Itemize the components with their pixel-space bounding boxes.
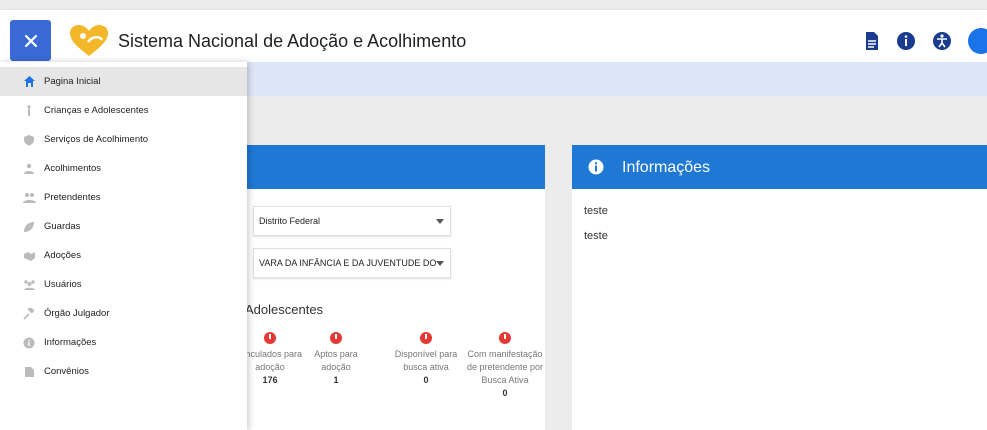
sidebar-item-label: Adoções	[44, 250, 81, 261]
stat-value: 0	[423, 375, 429, 385]
close-menu-button[interactable]	[10, 20, 51, 61]
sidebar-item-label: Crianças e Adolescentes	[44, 105, 149, 116]
clock-icon	[264, 332, 276, 344]
clock-icon	[499, 332, 511, 344]
child-icon	[22, 104, 36, 118]
stat-busca-ativa: Disponível para busca ativa 0	[390, 332, 462, 387]
info-card: Informações teste teste	[572, 145, 987, 430]
info-card-title: Informações	[622, 159, 711, 176]
dashboard-card-header	[200, 145, 545, 189]
info-line: teste	[584, 205, 608, 217]
stat-value: 0	[502, 388, 508, 398]
sidebar-item-label: Órgão Julgador	[44, 308, 110, 319]
sidebar-item-guardas[interactable]: Guardas	[0, 212, 247, 241]
stat-label: Disponível para busca ativa	[394, 349, 458, 372]
chevron-down-icon	[436, 219, 444, 224]
leaf-icon	[22, 220, 36, 234]
court-select[interactable]: VARA DA INFÂNCIA E DA JUVENTUDE DO DF	[253, 248, 451, 278]
stat-value: 1	[333, 375, 339, 385]
stat-aptos: Aptos para adoção 1	[306, 332, 366, 387]
group-icon	[22, 191, 36, 205]
sidebar-item-label: Pagina Inicial	[44, 76, 101, 87]
info-line: teste	[584, 230, 608, 242]
stat-label: ...nculados para adoção	[237, 349, 303, 372]
sidebar-item-adocoes[interactable]: Adoções	[0, 241, 247, 270]
app-title: Sistema Nacional de Adoção e Acolhimento	[118, 31, 467, 51]
sidebar-item-label: Acolhimentos	[44, 163, 102, 174]
state-select-value: Distrito Federal	[259, 216, 321, 226]
stat-value: 176	[262, 375, 278, 385]
info-card-header: Informações	[572, 145, 987, 189]
sidebar-item-label: Pretendentes	[44, 192, 101, 203]
sidebar-item-servicos[interactable]: Serviços de Acolhimento	[0, 125, 247, 154]
users-icon	[22, 278, 36, 292]
shield-icon	[22, 133, 36, 147]
sidebar-item-acolhimentos[interactable]: Acolhimentos	[0, 154, 247, 183]
file-icon	[22, 365, 36, 379]
clock-icon	[330, 332, 342, 344]
sidebar-item-label: Guardas	[44, 221, 81, 232]
user-icon[interactable]	[968, 28, 987, 54]
home-icon	[22, 75, 36, 89]
sidebar-item-orgao-julgador[interactable]: Órgão Julgador	[0, 299, 247, 328]
sidebar-item-pretendentes[interactable]: Pretendentes	[0, 183, 247, 212]
handshake-icon	[22, 249, 36, 263]
sidebar-item-convenios[interactable]: Convênios	[0, 357, 247, 386]
stats-section-title: Adolescentes	[245, 302, 324, 317]
stat-label: Aptos para adoção	[314, 349, 358, 372]
gavel-icon	[22, 307, 36, 321]
logo	[70, 25, 108, 56]
top-header: Sistema Nacional de Adoção e Acolhimento	[0, 10, 987, 70]
close-icon	[24, 34, 37, 47]
person-icon	[22, 162, 36, 176]
sidebar-item-label: Serviços de Acolhimento	[44, 134, 149, 145]
accessibility-icon[interactable]	[932, 31, 952, 51]
sidebar-item-label: Convênios	[44, 366, 89, 377]
stat-label: Com manifestação de pretendente por Busc…	[466, 349, 544, 385]
sidebar-item-criancas[interactable]: Crianças e Adolescentes	[0, 96, 247, 125]
sidebar-item-label: Usuários	[44, 279, 82, 290]
info-circle-icon	[22, 336, 36, 350]
state-select[interactable]: Distrito Federal	[253, 206, 451, 236]
chevron-down-icon	[436, 261, 444, 266]
stat-manifestacao: Com manifestação de pretendente por Busc…	[466, 332, 544, 400]
sidebar-item-usuarios[interactable]: Usuários	[0, 270, 247, 299]
clock-icon	[420, 332, 432, 344]
sidebar-item-label: Informações	[44, 337, 97, 348]
sidebar-item-informacoes[interactable]: Informações	[0, 328, 247, 357]
info-icon	[588, 159, 604, 175]
info-icon[interactable]	[896, 31, 916, 51]
sidebar-item-pagina-inicial[interactable]: Pagina Inicial	[0, 67, 247, 96]
court-select-value: VARA DA INFÂNCIA E DA JUVENTUDE DO DF	[259, 258, 439, 268]
document-icon[interactable]	[862, 31, 882, 51]
sidebar-menu: Pagina Inicial Crianças e Adolescentes S…	[0, 62, 247, 430]
